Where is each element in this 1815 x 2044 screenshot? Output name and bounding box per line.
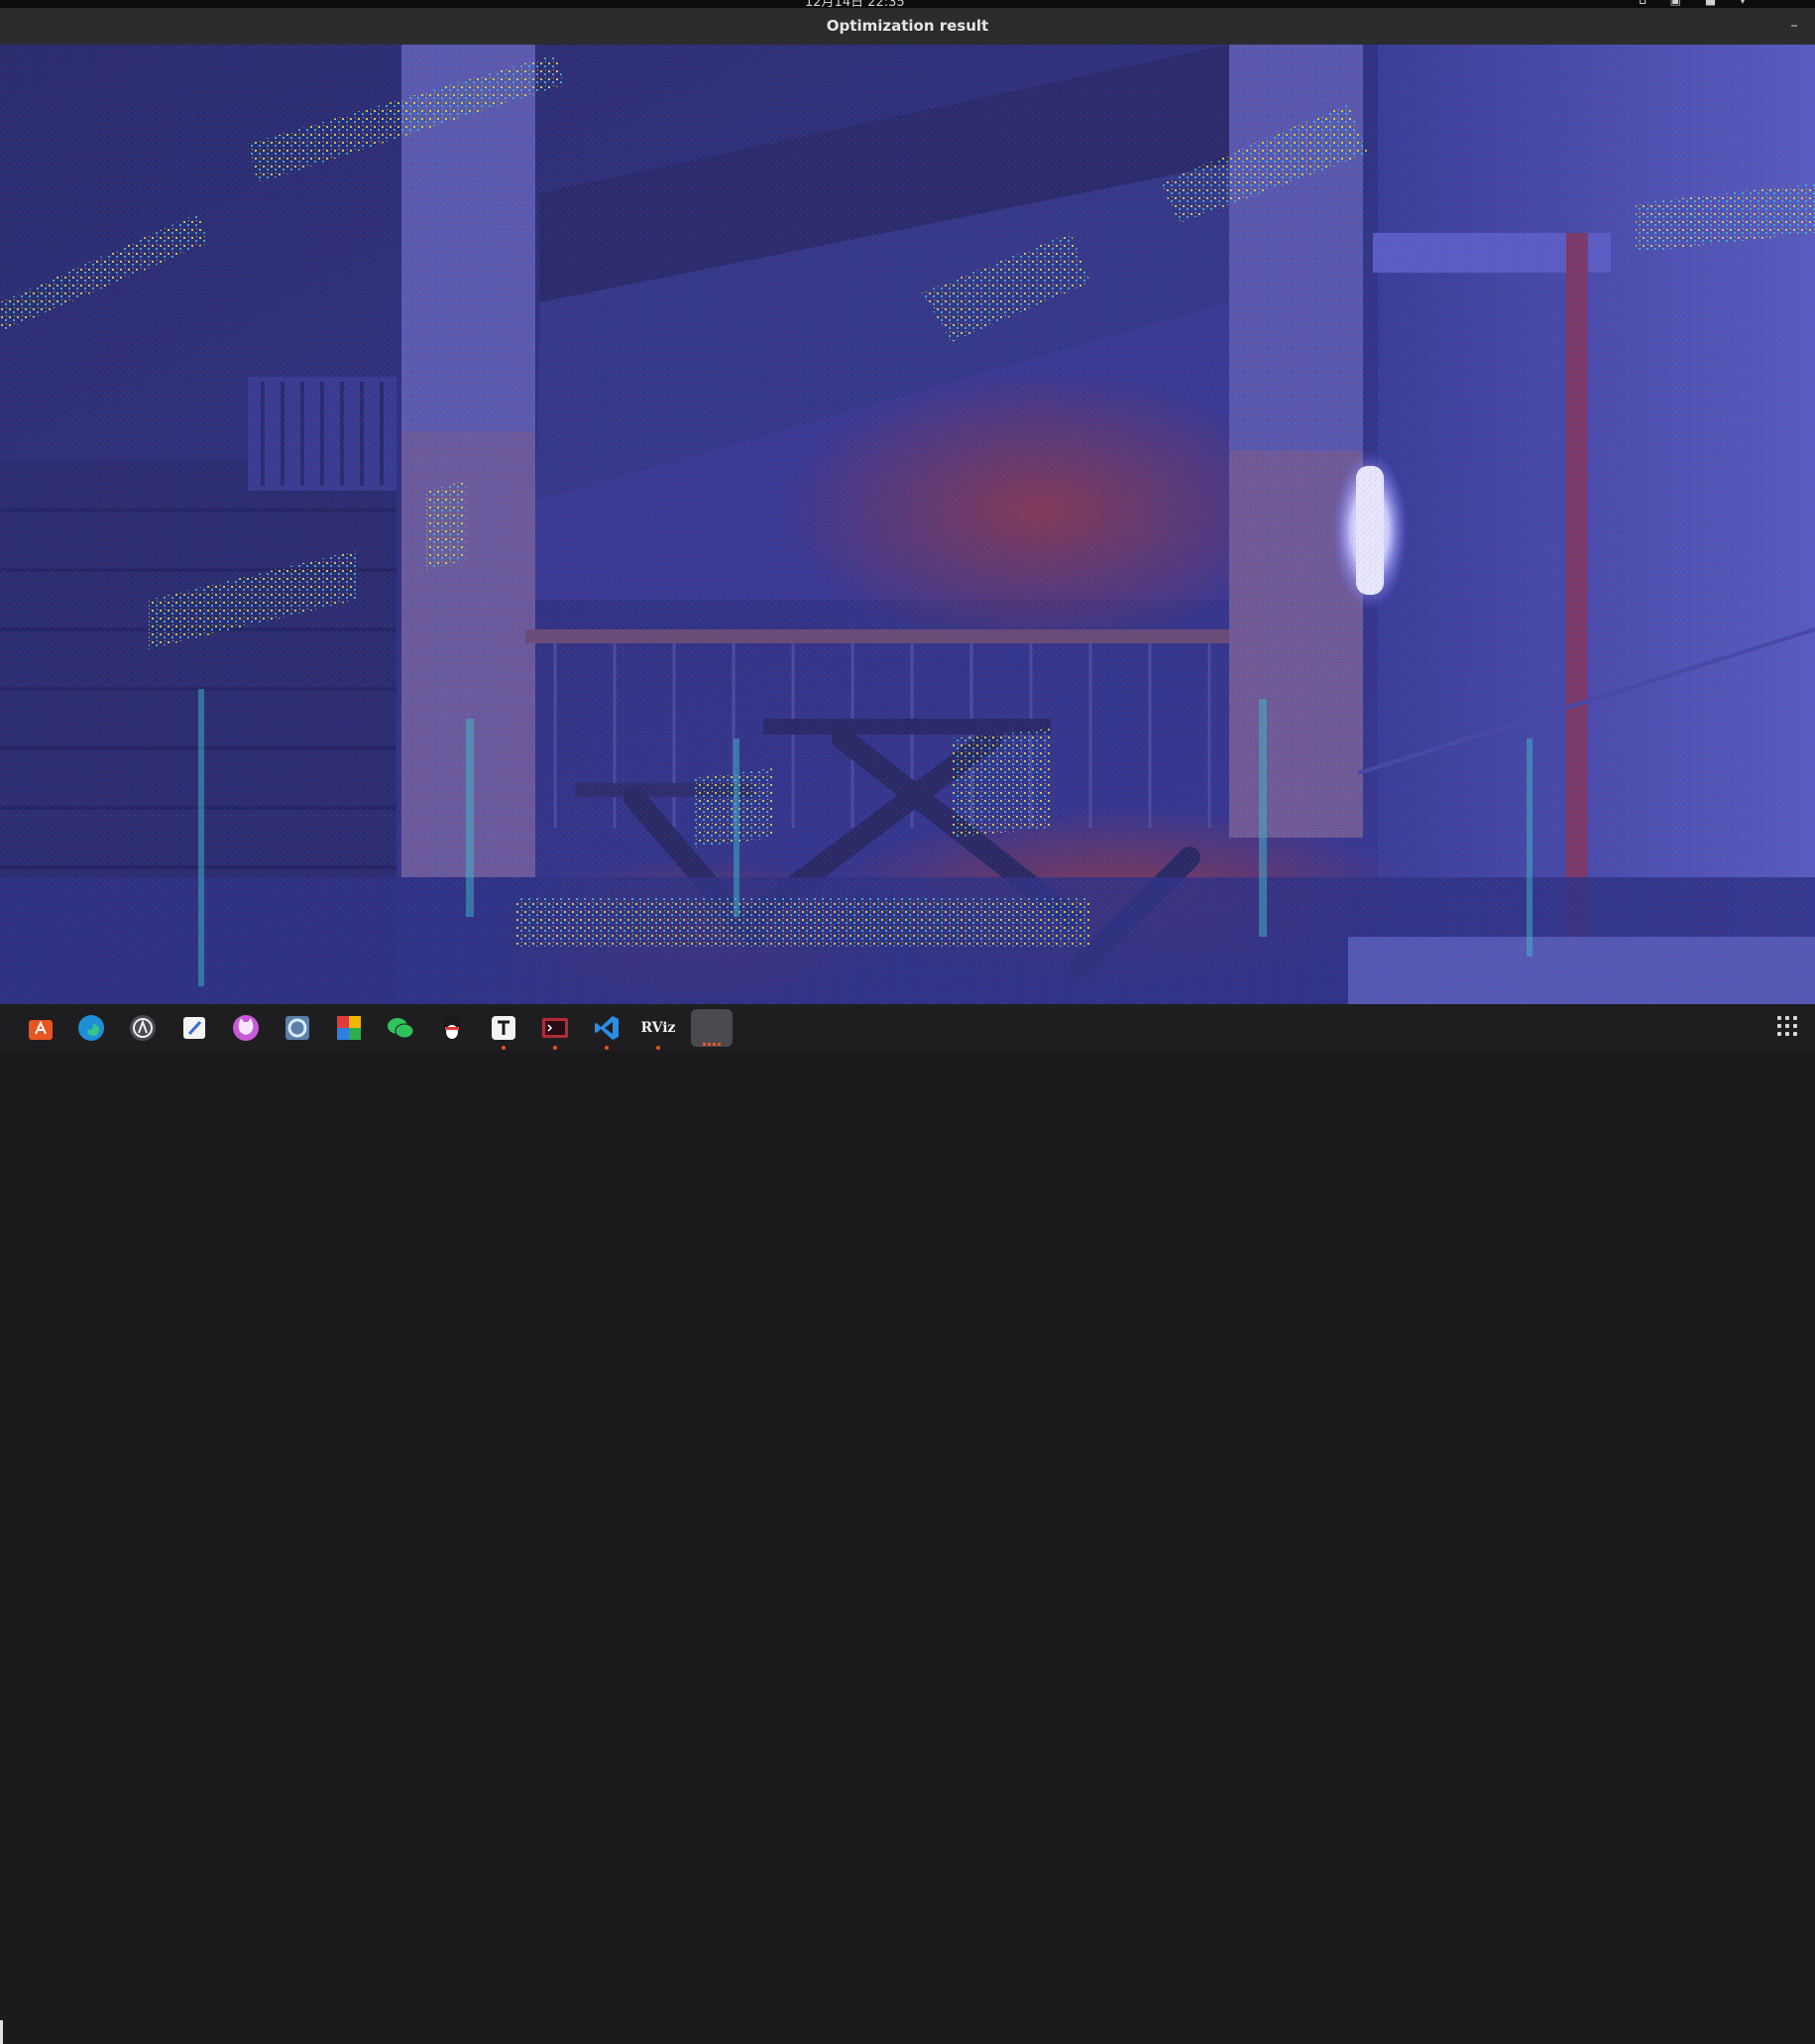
terminal-icon[interactable] [536, 1009, 574, 1050]
text-editor-icon[interactable] [175, 1009, 213, 1047]
qq-icon[interactable] [433, 1009, 471, 1047]
optimization-result-image [0, 45, 1815, 1004]
vscode-icon[interactable] [588, 1009, 625, 1050]
window-title: Optimization result [826, 17, 989, 35]
minimize-button[interactable]: – [1783, 15, 1805, 37]
wps-office-icon[interactable] [330, 1009, 368, 1047]
typora-icon[interactable] [485, 1009, 522, 1050]
edge-browser-icon[interactable] [72, 1009, 110, 1047]
wechat-icon[interactable] [382, 1009, 419, 1047]
running-indicator [656, 1046, 660, 1050]
show-applications-icon[interactable] [1777, 1016, 1799, 1038]
system-top-bar: 12月14日 22:35 ⌂ ▣ ■ ▾ [0, 0, 1815, 10]
running-indicator [553, 1046, 557, 1050]
arduino-icon[interactable] [124, 1009, 162, 1047]
active-window-icon[interactable] [691, 1009, 733, 1047]
calculator-icon[interactable] [279, 1009, 316, 1047]
cat-app-icon[interactable] [227, 1009, 265, 1047]
running-indicator [502, 1046, 506, 1050]
software-center-icon[interactable] [22, 1009, 59, 1047]
scene-image [0, 45, 1815, 1004]
rviz-label: RViz [640, 1020, 676, 1036]
system-tray-icons[interactable]: ⌂ ▣ ■ ▾ [1639, 0, 1756, 7]
dock-edge [0, 2020, 3, 2044]
taskbar-dock: RViz [0, 1004, 1815, 2044]
window-title-bar[interactable]: Optimization result – [0, 8, 1815, 46]
running-indicator [605, 1046, 609, 1050]
rviz-icon[interactable]: RViz [639, 1009, 677, 1050]
